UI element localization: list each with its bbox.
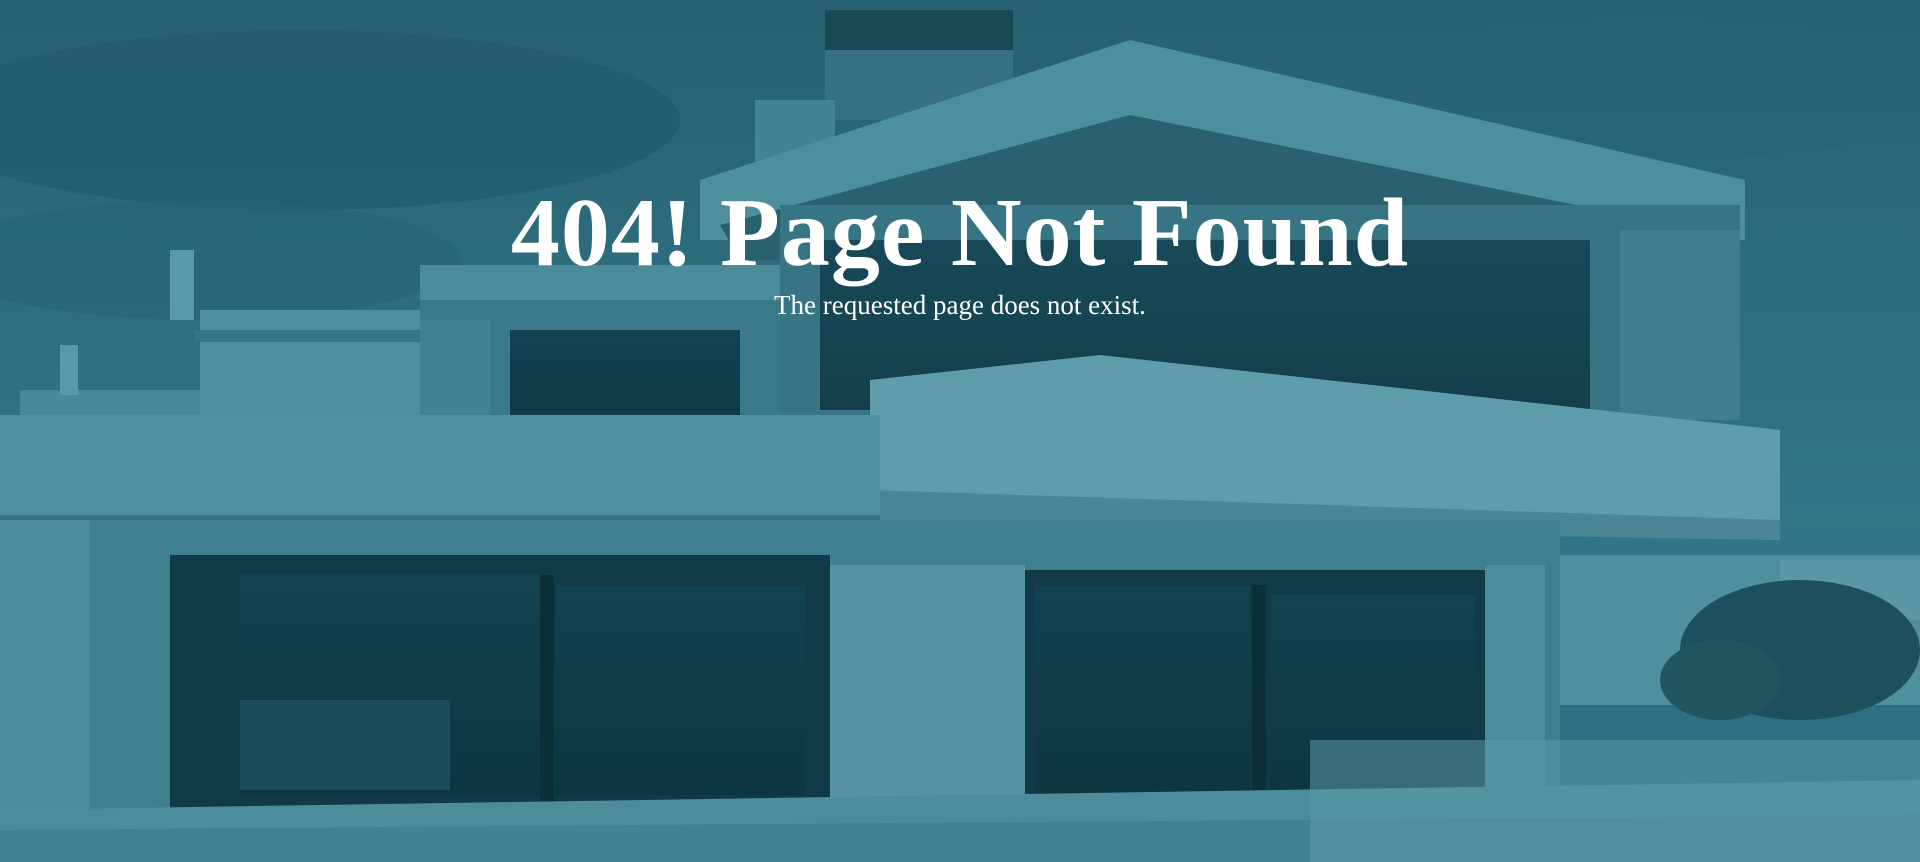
error-title: 404! Page Not Found [510, 179, 1410, 287]
background-tint-overlay [0, 0, 1920, 862]
error-message: The requested page does not exist. [774, 290, 1146, 320]
background-house-image [0, 0, 1920, 862]
error-content: 404! Page Not Found The requested page d… [0, 178, 1920, 322]
